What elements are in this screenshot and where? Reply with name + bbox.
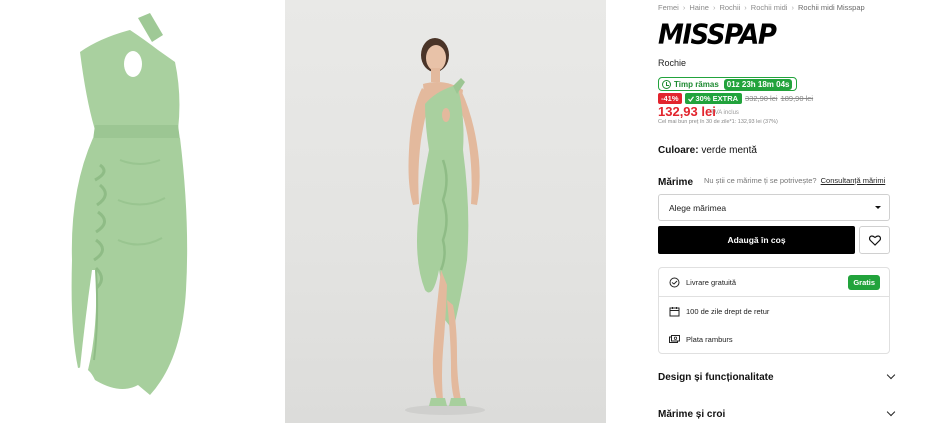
size-advice-link[interactable]: Consultanță mărimi xyxy=(821,176,886,185)
caret-down-icon xyxy=(875,206,881,209)
product-image-flat[interactable] xyxy=(0,0,280,423)
countdown-timer: Timp rămas 01z 23h 18m 04s xyxy=(658,77,798,91)
product-gallery xyxy=(0,0,640,423)
vat-note: TVA inclus xyxy=(711,110,739,116)
cash-icon xyxy=(668,334,680,346)
checkmark-icon xyxy=(687,95,694,102)
breadcrumb-item[interactable]: Rochii xyxy=(719,3,740,12)
benefit-text: Plata ramburs xyxy=(686,335,733,344)
color-info: Culoare: verde mentă xyxy=(658,145,757,156)
lowest-price-note: Cel mai bun preț în 30 de zile*1: 132,93… xyxy=(658,119,778,125)
free-badge: Gratis xyxy=(848,275,880,290)
size-label: Mărime xyxy=(658,177,694,188)
breadcrumb-separator: › xyxy=(712,3,716,12)
product-details-panel: Femei › Haine › Rochii › Rochii midi › Rochii mi… xyxy=(658,0,896,423)
size-select[interactable]: Alege mărimea xyxy=(658,194,890,221)
benefit-free-delivery: Livrare gratuită Gratis xyxy=(659,268,889,297)
benefit-cash-on-delivery: Plata ramburs xyxy=(659,325,889,354)
breadcrumb-separator: › xyxy=(791,3,794,12)
clock-icon xyxy=(662,79,671,89)
color-value: verde mentă xyxy=(701,145,757,156)
benefits-box: Livrare gratuită Gratis 100 de zile drep… xyxy=(658,267,890,354)
wishlist-button[interactable] xyxy=(859,226,890,254)
dress-flat-illustration xyxy=(71,13,188,395)
size-select-placeholder: Alege mărimea xyxy=(669,202,727,213)
extra-discount-badge: 30% EXTRA xyxy=(684,93,743,104)
breadcrumb-separator: › xyxy=(744,3,747,12)
heart-icon xyxy=(868,234,881,246)
price-badges: -41% 30% EXTRA 332,90 lei 189,90 lei xyxy=(658,93,813,104)
original-price: 332,90 lei xyxy=(745,94,778,103)
calendar-icon xyxy=(668,306,680,318)
benefit-text: Livrare gratuită xyxy=(686,277,737,287)
chevron-down-icon xyxy=(886,407,896,417)
breadcrumb-item-current[interactable]: Rochii midi Misspap xyxy=(798,3,865,12)
breadcrumb-item[interactable]: Haine xyxy=(689,3,709,12)
size-help-text: Nu știi ce mărime ți se potrivește? xyxy=(704,176,817,185)
timer-label: Timp rămas xyxy=(674,79,719,89)
delivery-icon xyxy=(668,276,680,288)
accordion-label: Mărime și croi xyxy=(658,408,726,420)
previous-price: 189,90 lei xyxy=(780,94,814,103)
breadcrumb-separator: › xyxy=(682,3,686,12)
extra-badge-label: 30% EXTRA xyxy=(695,94,739,103)
breadcrumb-item[interactable]: Rochii midi xyxy=(751,3,788,12)
benefit-return: 100 de zile drept de retur xyxy=(659,297,889,326)
brand-name[interactable]: MISSPAP xyxy=(658,19,777,51)
size-help: Nu știi ce mărime ți se potrivește? Cons… xyxy=(704,176,885,185)
color-label: Culoare: xyxy=(658,145,699,156)
chevron-down-icon xyxy=(886,370,896,380)
discount-badge: -41% xyxy=(658,93,682,104)
accordion-size-fit[interactable]: Mărime și croi xyxy=(658,404,898,423)
breadcrumb: Femei › Haine › Rochii › Rochii midi › Rochii mi… xyxy=(658,3,865,12)
product-name: Rochie xyxy=(658,58,687,68)
product-image-model[interactable] xyxy=(285,0,606,423)
benefit-text: 100 de zile drept de retur xyxy=(686,307,770,316)
model-illustration xyxy=(405,38,485,415)
accordion-design[interactable]: Design și funcționalitate xyxy=(658,367,898,387)
current-price: 132,93 lei xyxy=(658,104,716,119)
accordion-label: Design și funcționalitate xyxy=(658,371,774,383)
timer-value: 01z 23h 18m 04s xyxy=(723,78,793,90)
breadcrumb-item[interactable]: Femei xyxy=(658,3,679,12)
add-to-cart-button[interactable]: Adaugă în coș xyxy=(658,226,855,254)
